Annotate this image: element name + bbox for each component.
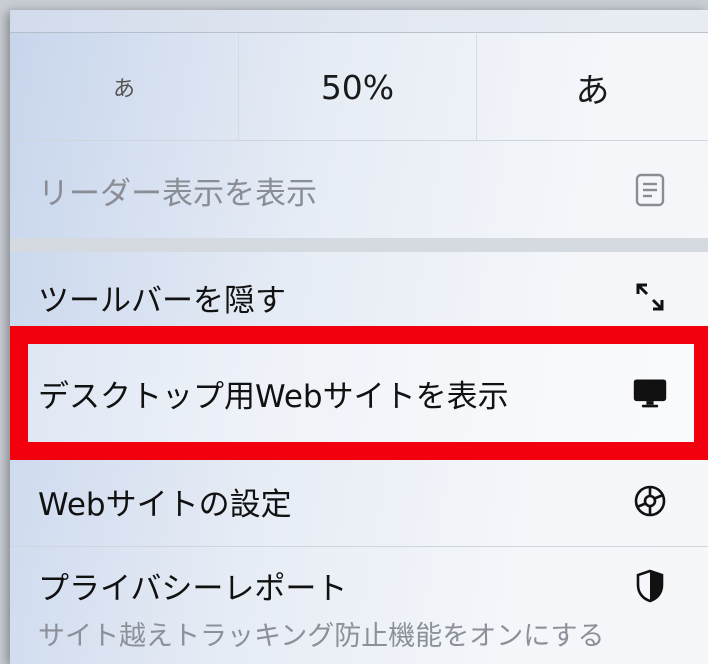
reader-icon [632,172,668,208]
desktop-icon [632,375,668,411]
page-menu-popover: あ 50% あ リーダー表示を表示 ツールバーを隠す デスクトップ用Webサイト… [10,10,708,664]
item-separator [10,546,708,547]
zoom-level[interactable]: 50% [239,34,477,140]
desktop-site-label: デスクトップ用Webサイトを表示 [38,378,509,415]
privacy-report-label: プライバシーレポート [38,571,348,607]
hide-toolbar-label: ツールバーを隠す [38,282,286,319]
reader-view-label: リーダー表示を表示 [38,175,317,212]
expand-arrows-icon [632,279,668,315]
decrease-text-size-button[interactable]: あ [10,34,239,140]
section-divider [10,238,708,252]
reader-view-item[interactable]: リーダー表示を表示 [10,142,708,238]
website-settings-item[interactable]: Webサイトの設定 [10,456,708,546]
privacy-report-subtitle: サイト越えトラッキング防止機能をオンにする [38,621,605,652]
desktop-site-item[interactable]: デスクトップ用Webサイトを表示 [10,344,708,442]
gear-icon [632,483,668,519]
shield-icon [632,568,668,604]
top-edge [10,10,708,33]
text-size-control: あ 50% あ [10,34,708,141]
privacy-report-item[interactable]: プライバシーレポート サイト越えトラッキング防止機能をオンにする [10,552,708,664]
website-settings-label: Webサイトの設定 [38,486,292,523]
increase-text-size-button[interactable]: あ [477,34,708,140]
